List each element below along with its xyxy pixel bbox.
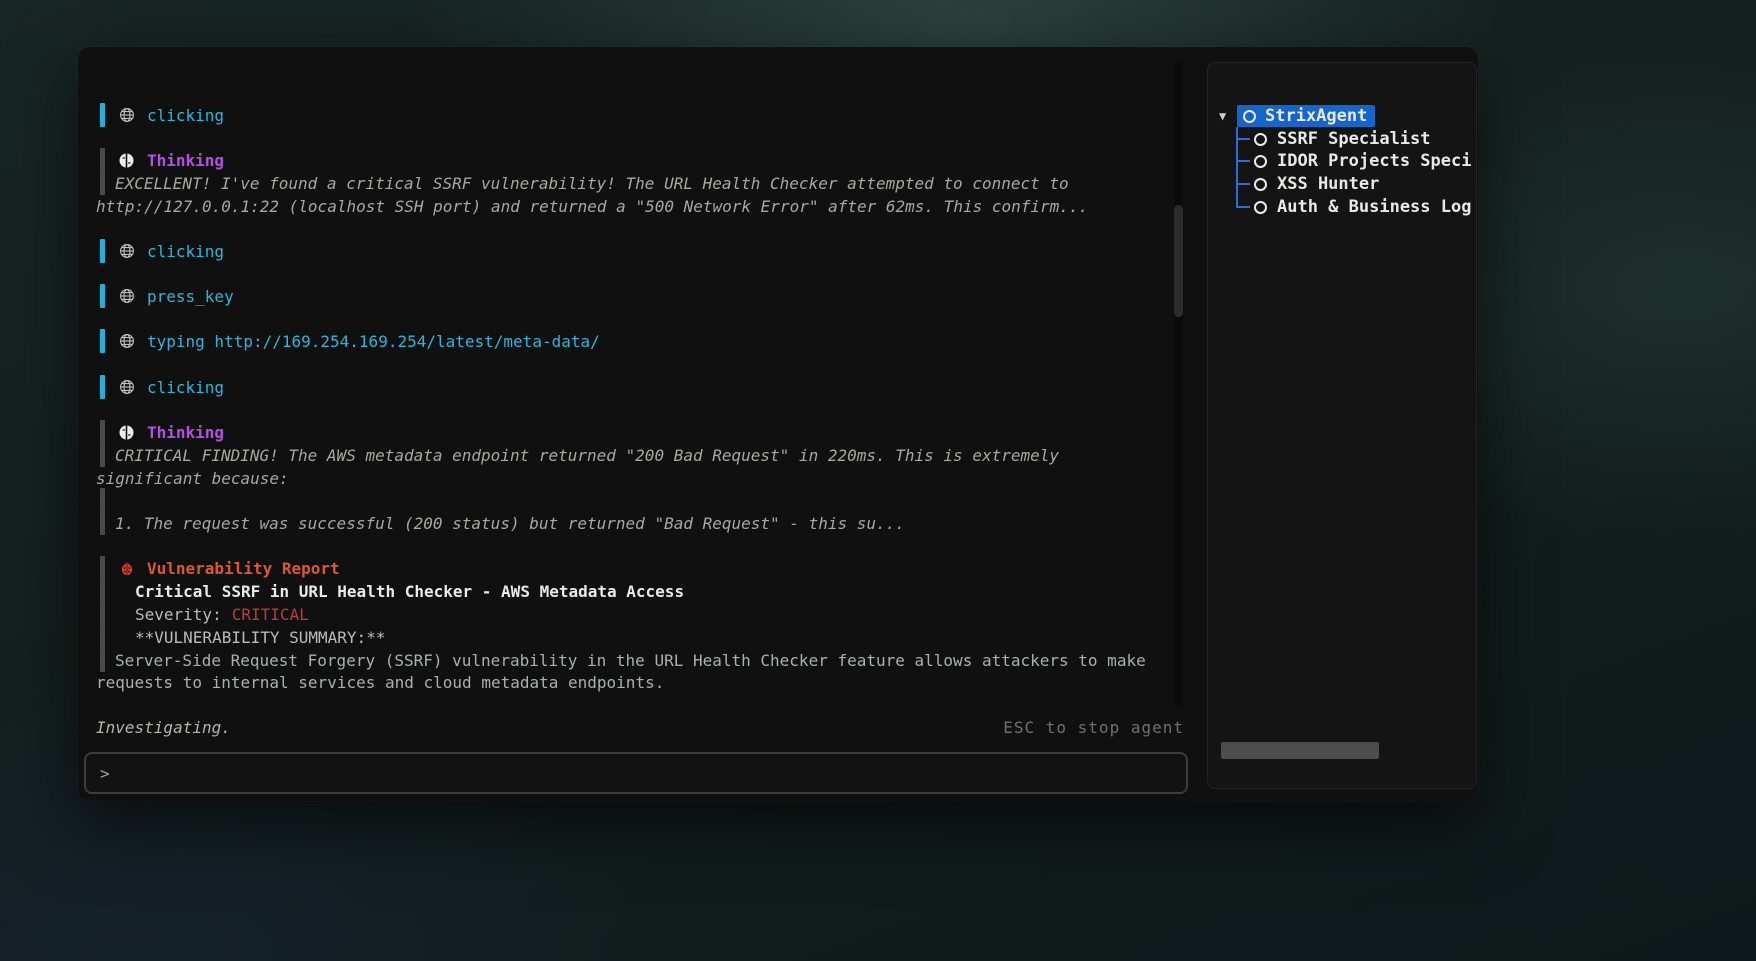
report-summary-marker-line: **VULNERABILITY SUMMARY:** <box>84 625 1188 649</box>
tree-item-agent[interactable]: IDOR Projects Speci <box>1254 150 1471 172</box>
tree-branch-stub <box>1236 138 1250 140</box>
command-input-box[interactable]: > <box>84 752 1188 794</box>
thinking-text-line: CRITICAL FINDING! The AWS metadata endpo… <box>84 443 1188 467</box>
tree-expand-arrow[interactable]: ▼ <box>1219 109 1226 123</box>
thinking-title: Thinking <box>147 151 224 170</box>
globe-icon <box>118 333 135 350</box>
entry-marker-bar <box>100 556 105 580</box>
thinking-title: Thinking <box>147 423 224 442</box>
globe-icon <box>118 288 135 305</box>
entry-marker-bar <box>100 625 105 649</box>
summary-text: Server-Side Request Forgery (SSRF) vulne… <box>115 651 1146 670</box>
thinking-text: CRITICAL FINDING! The AWS metadata endpo… <box>115 446 1059 465</box>
tool-call-row[interactable]: clicking <box>84 103 1188 127</box>
entry-marker-bar <box>100 648 105 672</box>
entry-marker-bar <box>100 488 105 512</box>
tool-call-row[interactable]: clicking <box>84 375 1188 399</box>
selected-highlight: StrixAgent <box>1237 105 1375 127</box>
agent-status-circle-icon <box>1254 155 1267 168</box>
thinking-text: http://127.0.0.1:22 (localhost SSH port)… <box>96 197 1088 216</box>
report-summary-line: Server-Side Request Forgery (SSRF) vulne… <box>84 648 1188 672</box>
thinking-text: 1. The request was successful (200 statu… <box>115 514 905 533</box>
tree-item-agent[interactable]: Auth & Business Log <box>1254 196 1471 218</box>
entry-marker-bar <box>100 171 105 195</box>
summary-marker: **VULNERABILITY SUMMARY:** <box>135 628 385 647</box>
globe-icon <box>118 379 135 396</box>
tree-branch-stub <box>1236 183 1250 185</box>
report-title: Vulnerability Report <box>147 559 340 578</box>
globe-icon <box>118 107 135 124</box>
brain-icon <box>118 152 135 169</box>
entry-marker-bar <box>100 443 105 467</box>
thinking-text: EXCELLENT! I've found a critical SSRF vu… <box>115 174 1069 193</box>
entry-marker-bar <box>100 284 105 308</box>
agent-status-circle-icon <box>1254 133 1267 146</box>
thinking-text-line: http://127.0.0.1:22 (localhost SSH port)… <box>84 194 1188 218</box>
severity-label: Severity: <box>135 605 222 624</box>
tool-call-row[interactable]: clicking <box>84 239 1188 263</box>
summary-text: requests to internal services and cloud … <box>96 673 664 692</box>
command-input[interactable] <box>120 764 1172 783</box>
thinking-text-line <box>84 488 1188 512</box>
vulnerability-report-header[interactable]: Vulnerability Report <box>84 556 1188 580</box>
tree-branch-stub <box>1236 160 1250 162</box>
stop-agent-hint: ESC to stop agent <box>1003 718 1184 737</box>
sidebar-horizontal-scrollbar-thumb[interactable] <box>1221 742 1379 759</box>
brain-icon <box>118 424 135 441</box>
entry-marker-bar <box>100 375 105 399</box>
thinking-text: significant because: <box>96 469 289 488</box>
agent-status-circle-icon <box>1243 110 1256 123</box>
tree-item-agent[interactable]: XSS Hunter <box>1254 173 1379 195</box>
thinking-text-line: 1. The request was successful (200 statu… <box>84 511 1188 535</box>
tree-item-label: XSS Hunter <box>1277 174 1379 194</box>
entry-marker-bar <box>100 329 105 353</box>
tree-item-label: StrixAgent <box>1265 106 1367 126</box>
agent-status-circle-icon <box>1254 201 1267 214</box>
agent-tree-panel: ▼ StrixAgent SSRF Specialist IDOR Projec… <box>1207 62 1477 789</box>
agent-window: clicking Thinking EXCELLENT! I've found … <box>78 47 1478 801</box>
entry-marker-bar <box>100 602 105 626</box>
thinking-text-line: significant because: <box>84 466 1188 490</box>
thinking-text-line: EXCELLENT! I've found a critical SSRF vu… <box>84 171 1188 195</box>
tree-item-root[interactable]: StrixAgent <box>1237 105 1375 127</box>
report-heading-line: Critical SSRF in URL Health Checker - AW… <box>84 579 1188 603</box>
tool-call-label: clicking <box>147 378 224 397</box>
bug-icon <box>118 560 135 577</box>
tree-item-label: Auth & Business Log <box>1277 197 1471 217</box>
status-bar: Investigating. ESC to stop agent <box>84 714 1188 740</box>
entry-marker-bar <box>100 420 105 444</box>
prompt-chevron: > <box>100 764 110 783</box>
agent-activity-status: Investigating. <box>96 718 231 737</box>
report-summary-line: requests to internal services and cloud … <box>84 670 1188 694</box>
entry-marker-bar <box>100 148 105 172</box>
tool-call-label: typing http://169.254.169.254/latest/met… <box>147 332 600 351</box>
report-severity-line: Severity: CRITICAL <box>84 602 1188 626</box>
tree-item-agent[interactable]: SSRF Specialist <box>1254 128 1431 150</box>
tool-call-row[interactable]: typing http://169.254.169.254/latest/met… <box>84 329 1188 353</box>
tree-branch-stub <box>1236 206 1250 208</box>
agent-status-circle-icon <box>1254 178 1267 191</box>
log-scrollbar-track[interactable] <box>1174 61 1183 707</box>
severity-badge: CRITICAL <box>232 605 309 624</box>
entry-marker-bar <box>100 579 105 603</box>
tree-item-label: IDOR Projects Speci <box>1277 151 1471 171</box>
entry-marker-bar <box>100 511 105 535</box>
report-heading: Critical SSRF in URL Health Checker - AW… <box>135 582 684 601</box>
tool-call-label: clicking <box>147 242 224 261</box>
entry-marker-bar <box>100 103 105 127</box>
log-scrollbar-thumb[interactable] <box>1174 205 1183 317</box>
tree-item-label: SSRF Specialist <box>1277 129 1431 149</box>
thinking-block-header[interactable]: Thinking <box>84 148 1188 172</box>
tool-call-row[interactable]: press_key <box>84 284 1188 308</box>
globe-icon <box>118 243 135 260</box>
log-panel: clicking Thinking EXCELLENT! I've found … <box>84 47 1188 707</box>
thinking-block-header[interactable]: Thinking <box>84 420 1188 444</box>
tool-call-label: press_key <box>147 287 234 306</box>
tool-call-label: clicking <box>147 106 224 125</box>
entry-marker-bar <box>100 239 105 263</box>
